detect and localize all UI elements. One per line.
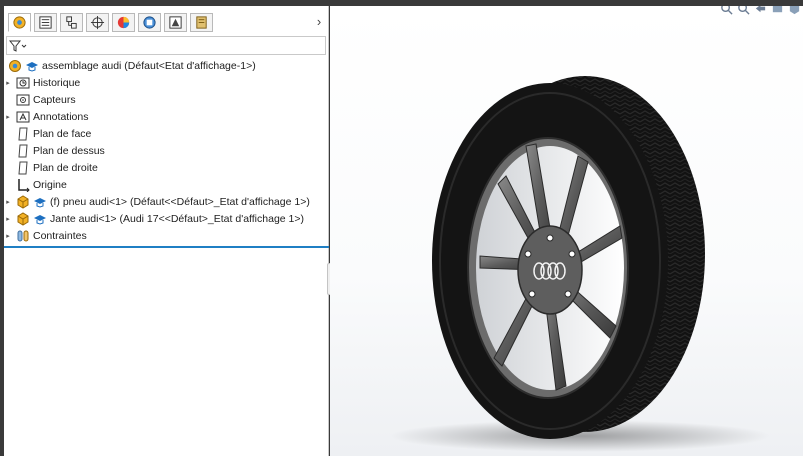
expand-arrow-icon[interactable]: ▸ xyxy=(4,74,12,91)
plane-icon xyxy=(16,127,30,141)
part-icon xyxy=(16,194,30,209)
part-cap-icon xyxy=(33,195,47,209)
cam-tab[interactable] xyxy=(138,13,161,32)
tree-item-label: (f) pneu audi<1> (Défaut<<Défaut>_Etat d… xyxy=(50,195,310,208)
tree-item-origine[interactable]: Origine xyxy=(4,176,329,193)
tree-item-jante-audi[interactable]: ▸ Jante audi<1> (Audi 17<<Défaut>_Etat d… xyxy=(4,210,329,227)
cam-icon xyxy=(143,16,156,29)
tab-overflow-chevron-icon[interactable]: › xyxy=(313,14,325,30)
wheel-3d-model[interactable] xyxy=(330,6,803,456)
annotations-icon xyxy=(16,110,30,124)
tree-item-label: Contraintes xyxy=(33,229,87,242)
appearance-sphere-icon xyxy=(117,16,130,29)
tree-item-historique[interactable]: ▸ Historique xyxy=(4,74,329,91)
expand-arrow-icon[interactable]: ▸ xyxy=(4,108,12,125)
sensors-icon xyxy=(16,93,30,107)
expand-arrow-icon[interactable]: ▸ xyxy=(4,193,12,210)
tree-item-plan-de-face[interactable]: Plan de face xyxy=(4,125,329,142)
simulation-icon xyxy=(169,16,182,29)
display-manager-tab[interactable] xyxy=(112,13,135,32)
assembly-icon xyxy=(8,59,22,73)
tree-item-label: Annotations xyxy=(33,110,89,123)
tree-item-label: Plan de droite xyxy=(33,161,98,174)
expand-arrow-icon[interactable]: ▸ xyxy=(4,227,12,244)
featuremanager-tab[interactable] xyxy=(8,13,31,32)
tree-item-plan-de-droite[interactable]: Plan de droite xyxy=(4,159,329,176)
tree-root-label: assemblage audi (Défaut<Etat d'affichage… xyxy=(42,59,256,72)
feature-tree-icon xyxy=(13,16,26,29)
history-folder-icon xyxy=(16,76,30,90)
tree-item-plan-de-dessus[interactable]: Plan de dessus xyxy=(4,142,329,159)
manager-tab-bar: › xyxy=(4,11,329,33)
graphics-viewport[interactable] xyxy=(330,6,803,456)
origin-icon xyxy=(16,178,30,192)
dimxpert-tab[interactable] xyxy=(86,13,109,32)
configurationmanager-tab[interactable] xyxy=(60,13,83,32)
tree-item-label: Capteurs xyxy=(33,93,76,106)
tree-item-capteurs[interactable]: Capteurs xyxy=(4,91,329,108)
tree-item-annotations[interactable]: ▸ Annotations xyxy=(4,108,329,125)
tree-item-contraintes[interactable]: ▸ Contraintes xyxy=(4,227,329,244)
plane-icon xyxy=(16,144,30,158)
motion-icon xyxy=(196,16,207,29)
assembly-cap-icon xyxy=(25,59,39,73)
motion-tab[interactable] xyxy=(190,13,213,32)
simulation-tab[interactable] xyxy=(164,13,187,32)
tree-divider xyxy=(4,246,329,248)
property-manager-icon xyxy=(39,16,52,29)
tree-item-pneu-audi[interactable]: ▸ (f) pneu audi<1> (Défaut<<Défaut>_Etat… xyxy=(4,193,329,210)
part-icon xyxy=(16,211,30,226)
tree-item-label: Historique xyxy=(33,76,81,89)
tree-filter-input[interactable] xyxy=(6,36,326,55)
tree-item-label: Plan de dessus xyxy=(33,144,105,157)
tree-item-label: Jante audi<1> (Audi 17<<Défaut>_Etat d'a… xyxy=(50,212,305,225)
part-cap-icon xyxy=(33,212,47,226)
dimxpert-icon xyxy=(90,15,105,30)
featuremanager-panel: › assemblage audi (Défaut<Etat d'afficha… xyxy=(4,6,329,456)
plane-icon xyxy=(16,161,30,175)
tree-root-assembly[interactable]: assemblage audi (Défaut<Etat d'affichage… xyxy=(4,57,329,74)
tree-item-label: Plan de face xyxy=(33,127,92,140)
propertymanager-tab[interactable] xyxy=(34,13,57,32)
expand-arrow-icon[interactable]: ▸ xyxy=(4,210,12,227)
tree-item-label: Origine xyxy=(33,178,67,191)
filter-funnel-icon[interactable] xyxy=(9,39,27,53)
configuration-manager-icon xyxy=(66,16,77,29)
mates-icon xyxy=(16,229,30,243)
